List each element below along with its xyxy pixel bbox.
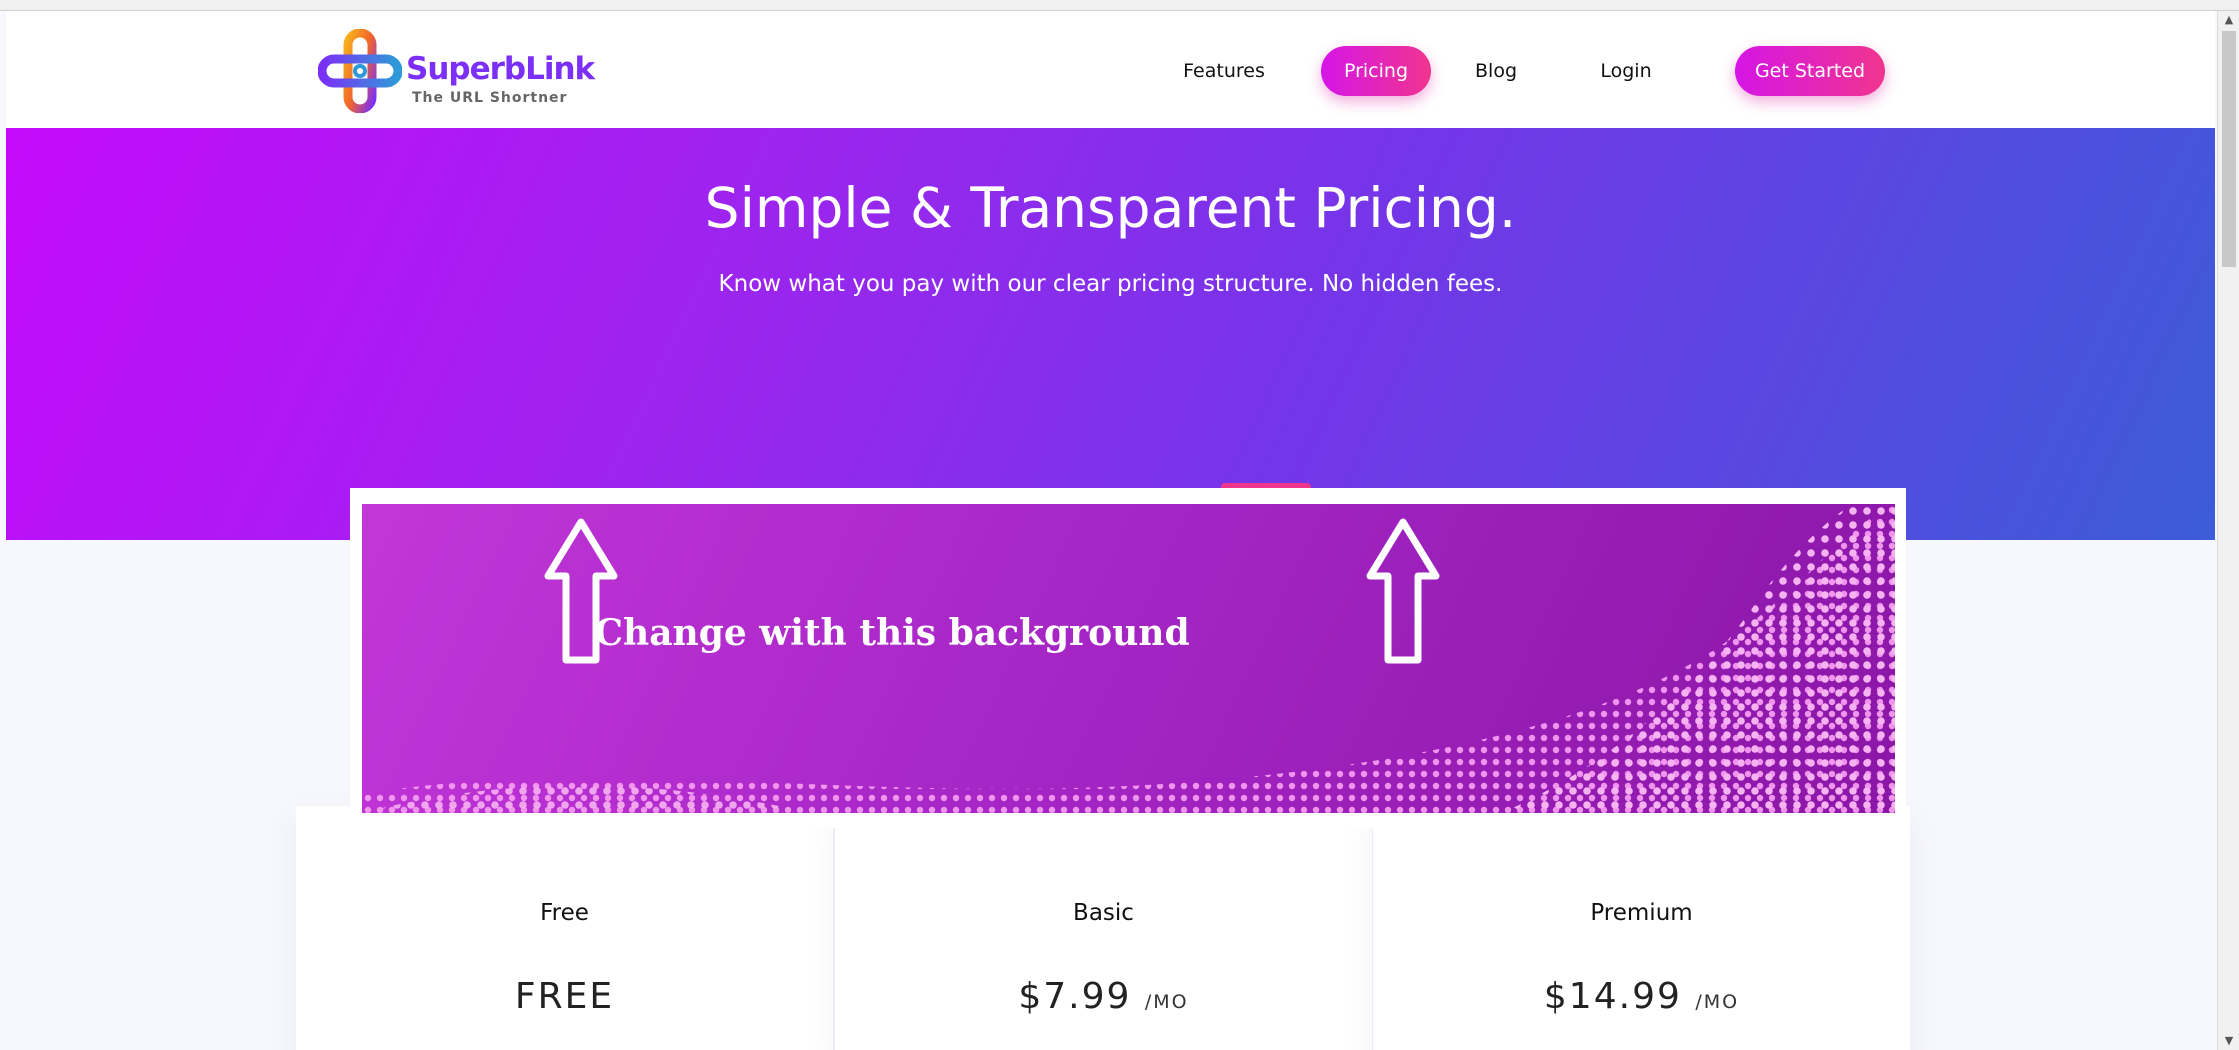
browser-top-bar <box>0 0 2239 11</box>
vertical-scrollbar[interactable]: ▲ ▼ <box>2217 11 2239 1050</box>
scroll-thumb[interactable] <box>2222 31 2236 267</box>
nav-login-link[interactable]: Login <box>1586 46 1666 96</box>
hero-title: Simple & Transparent Pricing. <box>704 176 1517 240</box>
nav-blog-link[interactable]: Blog <box>1461 46 1531 96</box>
plan-price-unit: /MO <box>1695 991 1740 1013</box>
plan-name: Free <box>540 900 589 926</box>
plan-card-free: Free FREE <box>296 806 833 1050</box>
plan-price-value: FREE <box>514 976 615 1017</box>
get-started-button[interactable]: Get Started <box>1735 46 1885 96</box>
nav-pricing-link[interactable]: Pricing <box>1321 46 1431 96</box>
plan-price: $14.99 /MO <box>1373 976 1910 1017</box>
main-nav: Features Pricing Blog Login Get Started <box>6 46 2215 96</box>
suggested-background-image: Change with this background <box>362 504 1895 813</box>
plan-card-premium: Premium $14.99 /MO <box>1373 806 1910 1050</box>
site-header: SuperbLink The URL Shortner Features Pri… <box>6 11 2215 128</box>
page: SuperbLink The URL Shortner Features Pri… <box>6 11 2215 1050</box>
scroll-down-icon[interactable]: ▼ <box>2218 1032 2239 1050</box>
plan-price-value: $7.99 <box>1018 976 1132 1017</box>
plan-price: FREE <box>296 976 833 1017</box>
scroll-up-icon[interactable]: ▲ <box>2218 11 2239 29</box>
plan-name: Premium <box>1590 900 1693 926</box>
nav-features-link[interactable]: Features <box>1164 46 1284 96</box>
hero-subtitle: Know what you pay with our clear pricing… <box>718 271 1503 297</box>
background-suggestion-overlay: Change with this background <box>350 488 1906 828</box>
plan-name: Basic <box>1073 900 1134 926</box>
plan-price-unit: /MO <box>1144 991 1189 1013</box>
arrow-up-icon <box>1366 518 1440 664</box>
plan-card-basic: Basic $7.99 /MO <box>835 806 1372 1050</box>
annotation-text: Change with this background <box>594 612 1190 654</box>
plan-price-value: $14.99 <box>1543 976 1682 1017</box>
plan-price: $7.99 /MO <box>835 976 1372 1017</box>
arrow-up-icon <box>544 518 618 664</box>
